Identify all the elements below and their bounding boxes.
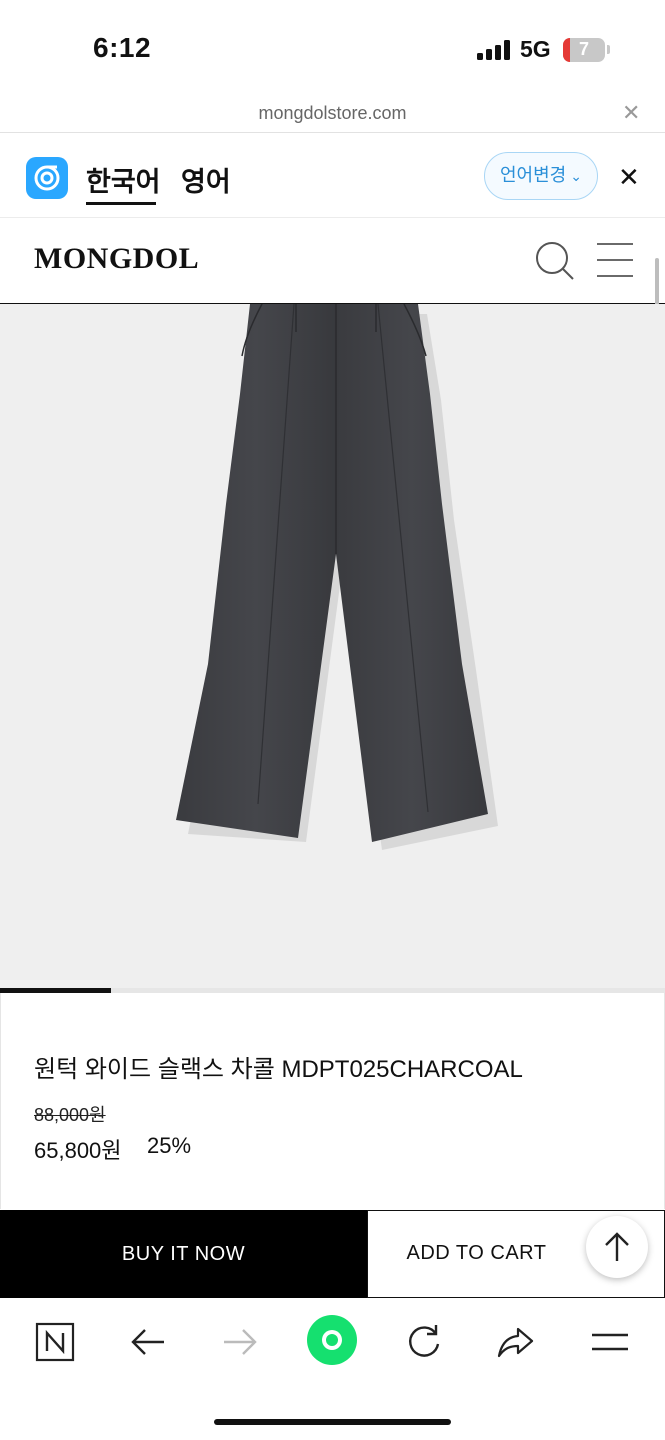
home-indicator [214,1419,451,1425]
lang-tab-korean[interactable]: 한국어 [86,160,161,199]
product-name: 원턱 와이드 슬랙스 차콜 MDPT025CHARCOAL [34,1056,523,1083]
url-text[interactable]: mongdolstore.com [0,103,665,124]
buy-now-button[interactable]: BUY IT NOW [0,1210,367,1298]
site-logo[interactable]: MONGDOL [34,242,199,276]
menu-icon[interactable] [596,242,634,278]
original-price: 88,000원 [34,1105,106,1125]
papago-icon [26,157,68,199]
battery-tip [607,45,610,54]
back-icon[interactable] [126,1320,170,1364]
chevron-down-icon: ⌄ [570,168,582,184]
browser-toolbar [0,1298,665,1440]
product-image[interactable] [0,304,665,988]
forward-icon[interactable] [218,1320,262,1364]
active-tab-indicator [86,202,156,205]
product-info: 원턱 와이드 슬랙스 차콜 MDPT025CHARCOAL 88,000원 65… [0,993,665,1209]
close-icon[interactable]: ✕ [618,162,640,193]
share-icon[interactable] [494,1320,538,1364]
translate-bar: 한국어 영어 언어변경 ⌄ ✕ [0,134,665,218]
home-icon[interactable] [307,1315,357,1365]
network-label: 5G [520,36,551,62]
naver-icon[interactable] [33,1320,77,1364]
discount-rate: 25% [147,1133,192,1158]
signal-icon [477,40,511,60]
language-change-button[interactable]: 언어변경 ⌄ [484,152,598,200]
trousers-illustration [176,304,498,850]
reload-icon[interactable] [402,1320,446,1364]
search-icon[interactable] [534,240,576,282]
add-to-cart-button[interactable]: ADD TO CART [367,1210,586,1298]
battery-icon: 7 [563,38,605,62]
url-bar[interactable]: mongdolstore.com ✕ [0,95,665,133]
status-bar: 6:12 5G 7 [0,0,665,95]
purchase-action-bar: BUY IT NOW ADD TO CART [0,1210,665,1298]
language-change-label: 언어변경 [500,165,567,185]
menu-icon[interactable] [588,1320,632,1364]
arrow-up-icon [605,1232,629,1261]
lang-tab-english[interactable]: 영어 [181,160,231,199]
site-header: MONGDOL [0,218,665,304]
battery-level: 7 [578,39,589,59]
scroll-to-top-button[interactable] [586,1216,648,1278]
status-time: 6:12 [93,32,152,63]
close-icon[interactable]: ✕ [622,100,640,126]
sale-price: 65,800원 [34,1138,122,1163]
